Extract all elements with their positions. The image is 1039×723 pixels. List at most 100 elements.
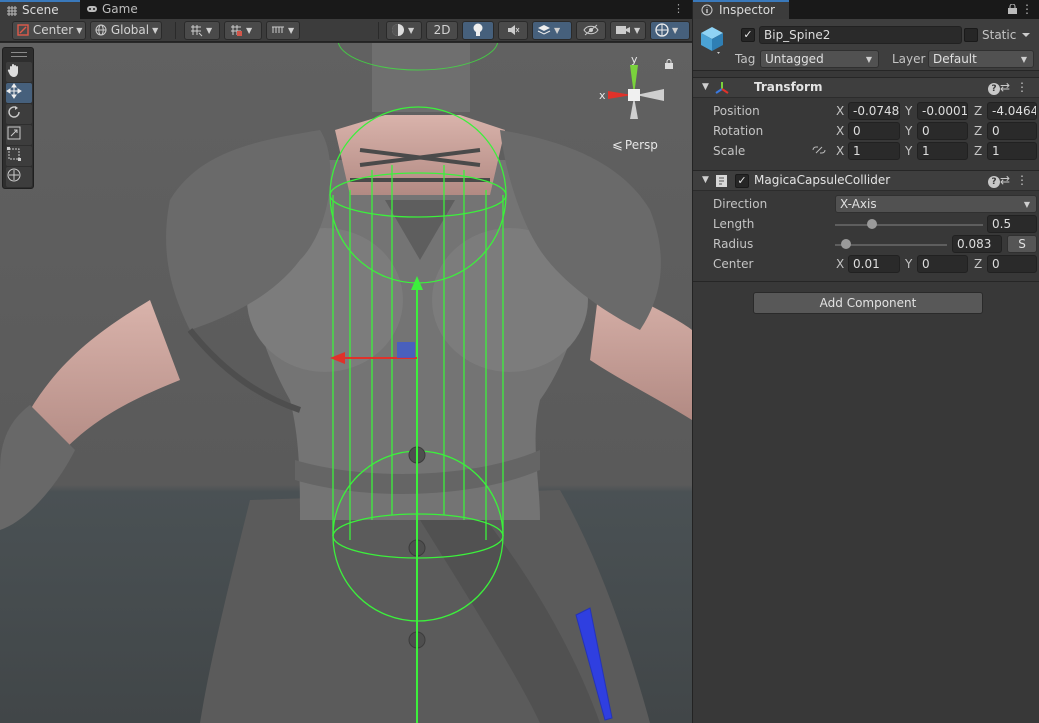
preset-sliders-icon[interactable]: ⇄ [1000,80,1016,94]
rotation-label: Rotation [713,124,764,138]
grid-snapping-button[interactable]: ▼ [224,21,262,40]
constrain-proportions-icon[interactable] [812,145,826,155]
static-label: Static [982,28,1017,42]
active-checkbox[interactable]: ✓ [741,28,755,42]
rotate-tool-button[interactable] [6,104,32,124]
position-label: Position [713,104,760,118]
layer-dropdown[interactable]: Default ▼ [928,50,1034,68]
lock-icon[interactable] [1008,4,1017,14]
hidden-objects-toggle[interactable] [576,21,606,40]
transform-axes-icon [715,82,729,94]
radius-field[interactable]: 0.083 [952,235,1002,253]
center-x-field[interactable]: 0.01 [848,255,900,273]
add-component-button[interactable]: Add Component [753,292,983,314]
scale-y-field[interactable]: 1 [917,142,968,160]
length-slider-track[interactable] [835,224,983,226]
layer-label: Layer [892,52,926,66]
gameobject-name-field[interactable]: Bip_Spine2 [759,26,962,44]
scale-y-axis-label: Y [905,144,913,158]
tag-dropdown[interactable]: Untagged ▼ [760,50,879,68]
scene-grid-icon [7,6,17,16]
radius-s-button[interactable]: S [1007,235,1037,253]
toolbar-separator [378,22,379,39]
lightbulb-icon [473,23,483,36]
draw-mode-button[interactable]: ▼ [386,21,422,40]
rotation-z-axis-label: Z [974,124,983,138]
gizmos-button[interactable]: ▼ [650,21,690,40]
effects-button[interactable]: ▼ [532,21,572,40]
fold-arrow-icon[interactable]: ▼ [702,175,709,185]
chevron-down-icon: ▼ [76,26,83,35]
palette-grip[interactable] [11,52,27,57]
static-checkbox[interactable] [964,28,978,42]
chevron-down-icon: ▼ [672,26,679,35]
radius-slider-thumb[interactable] [841,239,852,249]
chevron-down-icon: ▼ [288,26,295,35]
tab-inspector[interactable]: Inspector [693,0,789,19]
pivot-rotation-dropdown[interactable]: Global ▼ [90,21,162,40]
lock-icon[interactable] [665,59,673,69]
move-tool-button[interactable] [6,83,32,103]
direction-dropdown[interactable]: X-Axis ▼ [835,195,1037,213]
component-header-icons: ? ⇄⋮ [987,173,1034,188]
rotation-y-field[interactable]: 0 [917,122,968,140]
tab-scene[interactable]: Scene [0,0,80,19]
collider-enabled-checkbox[interactable]: ✓ [735,174,749,188]
scene-render [0,43,692,723]
scale-x-axis-label: X [836,144,845,158]
scale-x-field[interactable]: 1 [848,142,900,160]
gameobject-cube-icon[interactable] [699,25,725,55]
position-z-axis-label: Z [974,104,983,118]
inspector-panel: Inspector ⋮ ✓ Bip_Spine2 Static Tag Unta… [692,0,1039,723]
transform-header[interactable]: ▼ Transform ? ⇄⋮ [693,77,1039,98]
grid-visibility-button[interactable]: ▼ [184,21,220,40]
position-y-field[interactable]: -0.0001 [917,102,968,120]
hand-icon [7,64,18,77]
fold-arrow-icon[interactable]: ▼ [702,82,709,92]
scale-tool-button[interactable] [6,125,32,145]
preset-sliders-icon[interactable]: ⇄ [1000,173,1016,187]
lighting-toggle-button[interactable] [462,21,494,40]
transform-combo-icon [7,168,21,182]
help-icon[interactable]: ? [987,83,1000,95]
chevron-down-icon: ▼ [246,26,253,35]
scene-toolbar: Center ▼ Global ▼ ▼ ▼ ▼ ▼ 2D ▼ ▼ ▼ [0,19,692,42]
scene-tab-menu-icon[interactable]: ⋮ [673,2,684,15]
audio-toggle-button[interactable] [498,21,528,40]
position-x-field[interactable]: -0.0748 [848,102,900,120]
rotation-x-field[interactable]: 0 [848,122,900,140]
rotation-z-field[interactable]: 0 [987,122,1037,140]
help-icon[interactable]: ? [987,176,1000,188]
rotation-x-axis-label: X [836,124,845,138]
gizmo-x-label: x [599,89,606,102]
layer-value: Default [933,52,977,66]
rect-tool-button[interactable] [6,146,32,166]
projection-label[interactable]: ⩽ Persp [612,138,658,153]
audio-mute-icon [508,25,520,35]
camera-settings-button[interactable]: ▼ [610,21,646,40]
kebab-menu-icon[interactable]: ⋮ [1016,80,1034,94]
gizmo-globe-icon [655,23,669,37]
grid-axis-icon [191,25,203,37]
center-z-field[interactable]: 0 [987,255,1037,273]
length-field[interactable]: 0.5 [987,215,1037,233]
increment-snap-button[interactable]: ▼ [266,21,300,40]
pivot-mode-dropdown[interactable]: Center ▼ [12,21,86,40]
radius-slider-track[interactable] [835,244,947,246]
center-y-field[interactable]: 0 [917,255,968,273]
chevron-down-icon[interactable] [1022,31,1030,39]
view-tool-button[interactable] [6,62,32,82]
toolbar-separator [175,22,176,39]
scale-z-field[interactable]: 1 [987,142,1037,160]
position-z-field[interactable]: -4.0464 [987,102,1037,120]
pivot-rotation-label: Global [110,23,150,37]
tag-value: Untagged [765,52,824,66]
2d-toggle-button[interactable]: 2D [426,21,458,40]
inspector-menu-icon[interactable]: ⋮ [1021,2,1033,16]
length-slider-thumb[interactable] [867,219,877,229]
scene-viewport[interactable]: y x ⩽ Persp [0,43,692,723]
tab-game[interactable]: Game [80,0,150,19]
kebab-menu-icon[interactable]: ⋮ [1016,173,1034,187]
capsule-collider-header[interactable]: ▼ ✓ MagicaCapsuleCollider ? ⇄⋮ [693,170,1039,191]
transform-tool-button[interactable] [6,167,32,187]
